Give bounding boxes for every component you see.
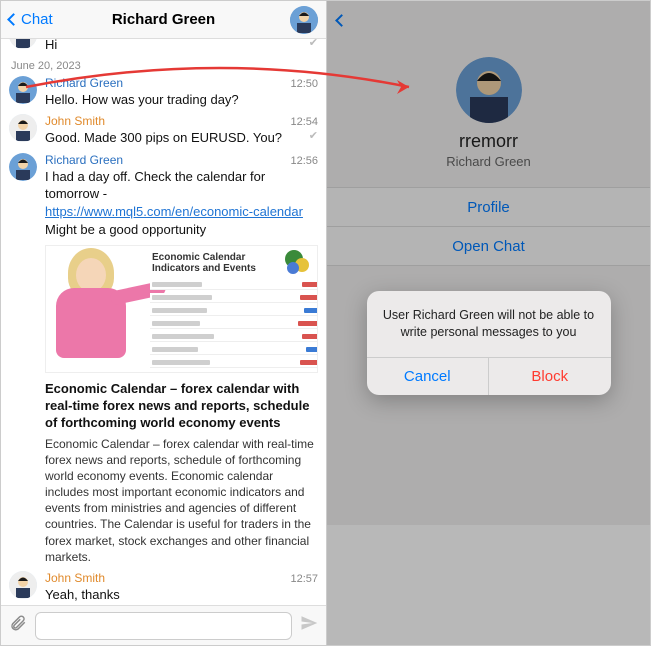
message: Richard Green 12:50 Hello. How was your t… <box>9 76 318 109</box>
calendar-table-graphic <box>150 280 318 371</box>
message: Richard Green 12:56 I had a day off. Chec… <box>9 153 318 565</box>
preview-description: Economic Calendar – forex calendar with … <box>45 436 318 566</box>
contact-avatar[interactable] <box>290 6 318 34</box>
message-text: Hi <box>45 39 57 52</box>
alert-block-button[interactable]: Block <box>489 358 611 395</box>
message-text: Hello. How was your trading day? <box>45 91 318 109</box>
back-button[interactable]: Chat <box>9 11 53 28</box>
alert-message: User Richard Green will not be able to w… <box>367 291 611 357</box>
attach-icon[interactable] <box>9 614 27 637</box>
preview-title: Economic Calendar – forex calendar with … <box>45 381 318 432</box>
sender-name: Richard Green <box>45 76 123 90</box>
avatar-icon <box>9 39 37 49</box>
globe-icon <box>285 250 311 276</box>
message-input[interactable] <box>35 612 292 640</box>
chevron-left-icon <box>7 13 20 26</box>
message-text-line2: Might be a good opportunity <box>45 221 318 239</box>
date-separator: June 20, 2023 <box>11 60 318 72</box>
message-time: 12:54 <box>284 116 318 128</box>
message: John Smith 12:54 Good. Made 300 pips on E… <box>9 114 318 147</box>
sender-name: Richard Green <box>45 153 123 167</box>
calendar-link[interactable]: https://www.mql5.com/en/economic-calenda… <box>45 204 303 219</box>
profile-panel: rremorr Richard Green Profile Open Chat … <box>327 1 650 645</box>
chat-header: Chat Richard Green <box>1 1 326 39</box>
alert-cancel-button[interactable]: Cancel <box>367 358 490 395</box>
link-preview[interactable]: Economic Calendar Indicators and Events <box>45 245 318 565</box>
message-time: 12:57 <box>284 573 318 585</box>
read-tick-icon: ✔ <box>309 129 318 144</box>
avatar-icon <box>9 571 37 599</box>
link-preview-image: Economic Calendar Indicators and Events <box>45 245 318 373</box>
presenter-illustration <box>45 245 148 373</box>
back-label: Chat <box>21 11 53 28</box>
avatar-icon <box>9 114 37 142</box>
message-time: 12:50 <box>284 78 318 90</box>
message-time: 12:56 <box>284 155 318 167</box>
message-text: Yeah, thanks <box>45 586 318 604</box>
message-text: Good. Made 300 pips on EURUSD. You? <box>45 130 282 145</box>
message-text: I had a day off. Check the calendar for … <box>45 168 318 221</box>
avatar-icon <box>9 153 37 181</box>
message: John Smith 12:57 Yeah, thanks <box>9 571 318 604</box>
message: John Smith14:12 Hi✔ <box>9 39 318 54</box>
preview-badge: Economic Calendar Indicators and Events <box>152 252 256 274</box>
sender-name: John Smith <box>45 114 105 128</box>
read-tick-icon: ✔ <box>309 39 318 51</box>
chat-body: John Smith14:12 Hi✔ June 20, 2023 Richar… <box>1 39 326 605</box>
chat-panel: Chat Richard Green John Smith14:12 Hi✔ J… <box>1 1 327 645</box>
block-alert: User Richard Green will not be able to w… <box>367 291 611 395</box>
send-icon[interactable] <box>300 614 318 637</box>
avatar-icon <box>9 76 37 104</box>
message-input-bar <box>1 605 326 645</box>
sender-name: John Smith <box>45 571 105 585</box>
